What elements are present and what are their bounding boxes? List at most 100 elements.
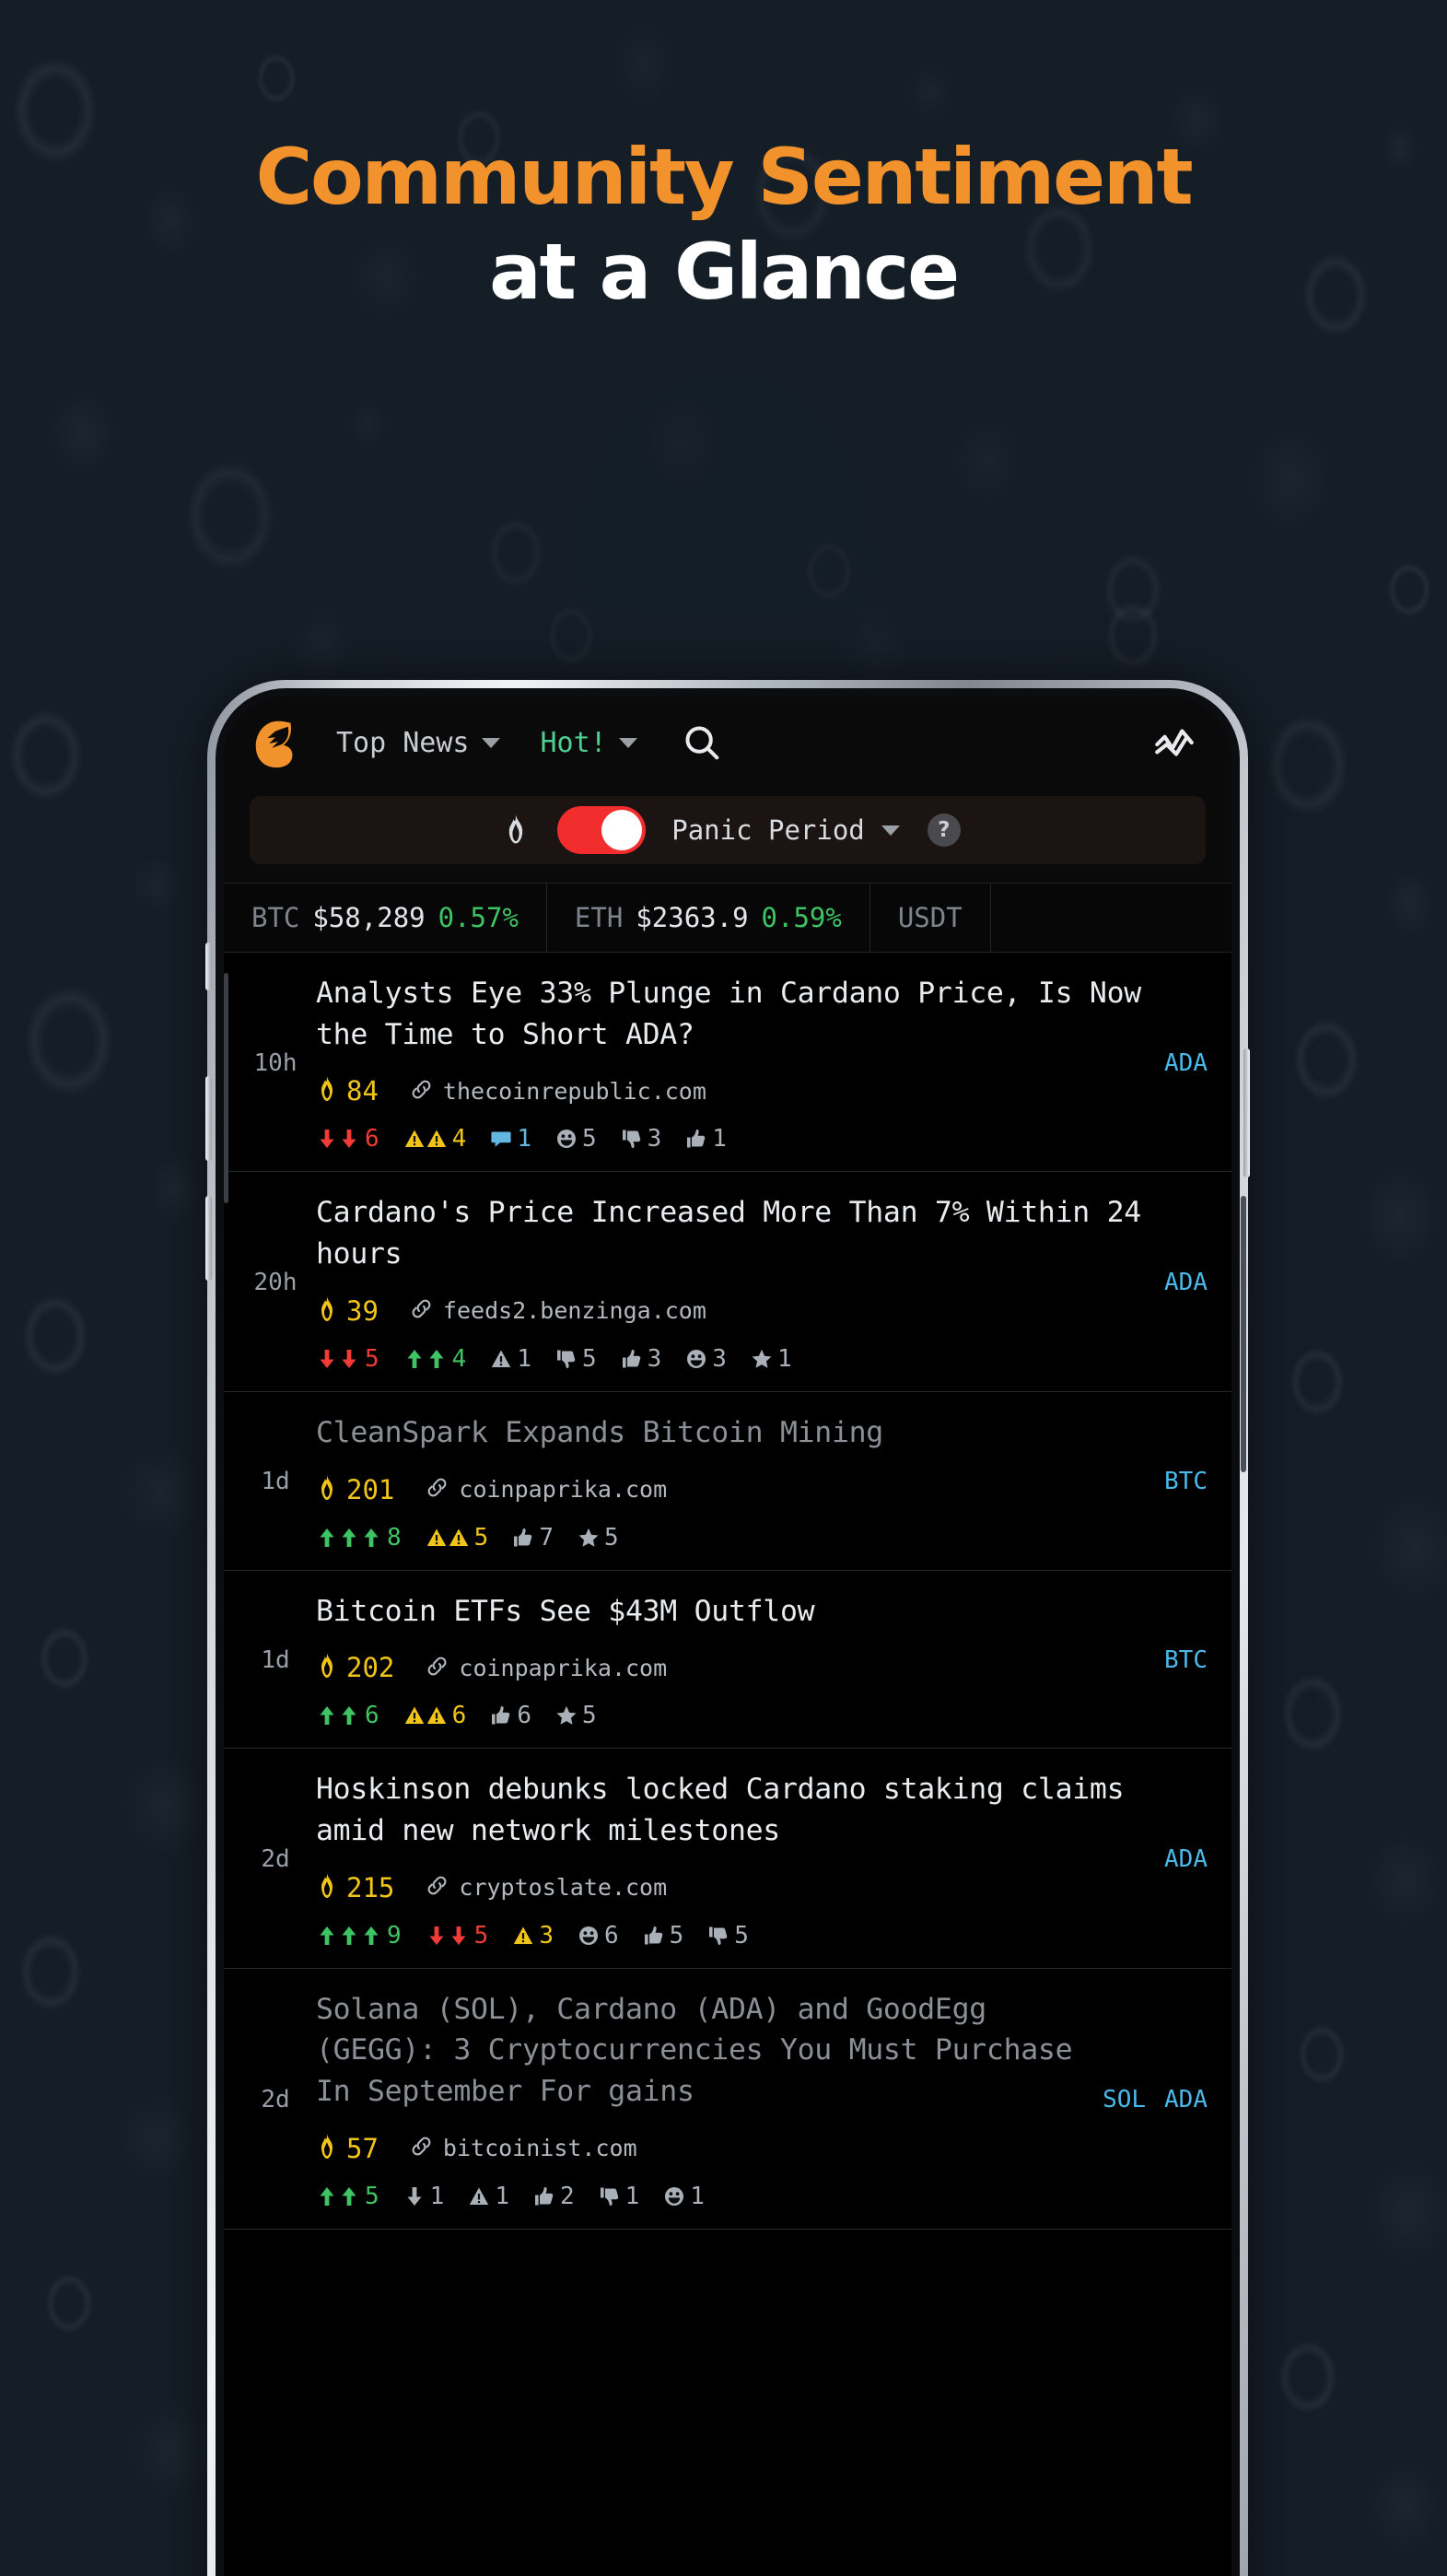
reaction-star[interactable]: 1 bbox=[751, 1345, 792, 1373]
reaction-warning[interactable]: 1 bbox=[468, 2183, 509, 2210]
reaction-arrow-down[interactable]: 5 bbox=[316, 1345, 379, 1373]
reaction-arrow-down[interactable]: 6 bbox=[316, 1125, 379, 1153]
news-title[interactable]: Hoskinson debunks locked Cardano staking… bbox=[316, 1769, 1146, 1851]
star-icon bbox=[578, 1526, 600, 1550]
filter-selector-hot[interactable]: Hot! bbox=[541, 727, 637, 759]
chevron-down-icon bbox=[618, 737, 637, 748]
chevron-down-icon[interactable] bbox=[881, 825, 900, 836]
news-body: Bitcoin ETFs See $43M Outflow 202 coinpa… bbox=[316, 1591, 1159, 1730]
news-meta-row: 215 cryptoslate.com bbox=[316, 1872, 1146, 1903]
reaction-comment[interactable]: 1 bbox=[490, 1125, 531, 1153]
reaction-thumb-down[interactable]: 5 bbox=[555, 1345, 597, 1373]
link-icon bbox=[410, 1078, 433, 1105]
news-title[interactable]: CleanSpark Expands Bitcoin Mining bbox=[316, 1412, 1146, 1454]
news-source[interactable]: coinpaprika.com bbox=[426, 1476, 667, 1503]
ticker-item-usdt[interactable]: USDT bbox=[870, 884, 991, 952]
question-mark-icon[interactable]: ? bbox=[927, 814, 961, 847]
news-source[interactable]: cryptoslate.com bbox=[426, 1874, 667, 1901]
reaction-count: 1 bbox=[712, 1125, 727, 1153]
news-source[interactable]: coinpaprika.com bbox=[426, 1655, 667, 1681]
coin-tag[interactable]: ADA bbox=[1164, 2086, 1208, 2113]
vertical-scrollbar-left[interactable] bbox=[224, 973, 228, 1203]
thumb-up-icon bbox=[621, 1347, 643, 1371]
news-item[interactable]: 20h Cardano's Price Increased More Than … bbox=[224, 1172, 1231, 1392]
analytics-chart-icon[interactable] bbox=[1149, 717, 1200, 768]
reaction-arrow-up[interactable]: 5 bbox=[316, 2183, 379, 2210]
news-source-domain: coinpaprika.com bbox=[459, 1654, 668, 1681]
warning-icon bbox=[468, 2184, 490, 2208]
reaction-count: 4 bbox=[451, 1344, 467, 1373]
news-timestamp: 1d bbox=[261, 1468, 290, 1496]
reaction-arrow-up[interactable]: 9 bbox=[316, 1922, 402, 1950]
feed-selector-top-news[interactable]: Top News bbox=[336, 727, 500, 759]
coin-tag[interactable]: ADA bbox=[1164, 1269, 1208, 1296]
reaction-count: 8 bbox=[387, 1523, 402, 1551]
news-source[interactable]: thecoinrepublic.com bbox=[410, 1078, 706, 1105]
news-item[interactable]: 2d Hoskinson debunks locked Cardano stak… bbox=[224, 1749, 1231, 1969]
news-title[interactable]: Cardano's Price Increased More Than 7% W… bbox=[316, 1192, 1146, 1274]
news-coin-tags: BTC bbox=[1159, 1591, 1208, 1730]
smiley-icon bbox=[685, 1347, 707, 1371]
coin-tag[interactable]: SOL bbox=[1103, 2086, 1146, 2113]
news-coin-tags: SOL ADA bbox=[1097, 1989, 1208, 2210]
ticker-item-btc[interactable]: BTC $58,289 0.57% bbox=[224, 884, 547, 952]
reaction-thumb-down[interactable]: 5 bbox=[707, 1922, 749, 1950]
reaction-smiley[interactable]: 1 bbox=[663, 2183, 705, 2210]
coin-tag[interactable]: BTC bbox=[1164, 1468, 1208, 1495]
reaction-thumb-up[interactable]: 6 bbox=[490, 1702, 531, 1729]
reaction-arrow-down[interactable]: 5 bbox=[426, 1922, 488, 1950]
crypto-ticker-strip[interactable]: BTC $58,289 0.57% ETH $2363.9 0.59% USDT bbox=[224, 883, 1231, 953]
vertical-scrollbar[interactable] bbox=[1241, 1196, 1246, 1472]
reaction-warning[interactable]: 3 bbox=[512, 1922, 554, 1950]
reaction-thumb-up[interactable]: 3 bbox=[621, 1345, 661, 1373]
search-icon[interactable] bbox=[678, 719, 726, 767]
reaction-thumb-up[interactable]: 7 bbox=[512, 1524, 554, 1551]
reaction-count: 1 bbox=[429, 2182, 445, 2210]
ticker-change: 0.59% bbox=[761, 902, 842, 933]
news-source[interactable]: feeds2.benzinga.com bbox=[410, 1297, 706, 1324]
news-item[interactable]: 10h Analysts Eye 33% Plunge in Cardano P… bbox=[224, 953, 1231, 1173]
ticker-item-eth[interactable]: ETH $2363.9 0.59% bbox=[547, 884, 870, 952]
reaction-arrow-up[interactable]: 4 bbox=[403, 1344, 467, 1373]
reaction-count: 5 bbox=[365, 2182, 379, 2210]
phone-power-button[interactable] bbox=[1243, 1048, 1250, 1177]
reaction-smiley[interactable]: 3 bbox=[685, 1345, 727, 1373]
news-title[interactable]: Solana (SOL), Cardano (ADA) and GoodEgg … bbox=[316, 1989, 1084, 2113]
news-item[interactable]: 1d CleanSpark Expands Bitcoin Mining 201… bbox=[224, 1392, 1231, 1571]
reaction-star[interactable]: 5 bbox=[578, 1524, 619, 1551]
news-title[interactable]: Analysts Eye 33% Plunge in Cardano Price… bbox=[316, 973, 1146, 1055]
thumb-up-icon bbox=[490, 1704, 512, 1727]
reaction-thumb-up[interactable]: 5 bbox=[643, 1922, 683, 1950]
reaction-star[interactable]: 5 bbox=[555, 1702, 597, 1729]
news-item[interactable]: 2d Solana (SOL), Cardano (ADA) and GoodE… bbox=[224, 1969, 1231, 2230]
reaction-warning[interactable]: 4 bbox=[403, 1125, 466, 1153]
reaction-arrow-down[interactable]: 1 bbox=[403, 2182, 445, 2210]
news-title[interactable]: Bitcoin ETFs See $43M Outflow bbox=[316, 1591, 1146, 1633]
reaction-warning[interactable]: 6 bbox=[403, 1702, 466, 1729]
news-source[interactable]: bitcoinist.com bbox=[410, 2135, 637, 2161]
reaction-count: 2 bbox=[559, 2182, 575, 2210]
reaction-thumb-up[interactable]: 1 bbox=[685, 1125, 727, 1153]
reaction-thumb-down[interactable]: 3 bbox=[621, 1125, 661, 1153]
reaction-warning[interactable]: 1 bbox=[490, 1345, 531, 1373]
coin-tag[interactable]: ADA bbox=[1164, 1049, 1208, 1077]
panic-period-toggle[interactable] bbox=[557, 806, 647, 854]
coin-tag[interactable]: ADA bbox=[1164, 1845, 1208, 1873]
bear-logo-icon[interactable] bbox=[248, 714, 305, 771]
phone-volume-down-button[interactable] bbox=[205, 1196, 212, 1281]
heat-score: 201 bbox=[316, 1474, 394, 1505]
reaction-arrow-up[interactable]: 6 bbox=[316, 1702, 379, 1729]
reaction-thumb-down[interactable]: 1 bbox=[599, 2183, 639, 2210]
reaction-warning[interactable]: 5 bbox=[426, 1524, 488, 1551]
thumb-up-icon bbox=[685, 1127, 707, 1151]
coin-tag[interactable]: BTC bbox=[1164, 1646, 1208, 1674]
reaction-arrow-up[interactable]: 8 bbox=[316, 1524, 402, 1551]
phone-mute-switch[interactable] bbox=[205, 943, 212, 990]
reaction-smiley[interactable]: 5 bbox=[555, 1125, 597, 1153]
news-item[interactable]: 1d Bitcoin ETFs See $43M Outflow 202 coi… bbox=[224, 1571, 1231, 1750]
reaction-thumb-up[interactable]: 2 bbox=[533, 2183, 575, 2210]
reaction-smiley[interactable]: 6 bbox=[578, 1922, 619, 1950]
phone-volume-up-button[interactable] bbox=[205, 1076, 212, 1161]
news-reactions-row: 5 4 1 5 3 3 1 bbox=[316, 1345, 1146, 1373]
reaction-count: 1 bbox=[495, 2182, 509, 2210]
